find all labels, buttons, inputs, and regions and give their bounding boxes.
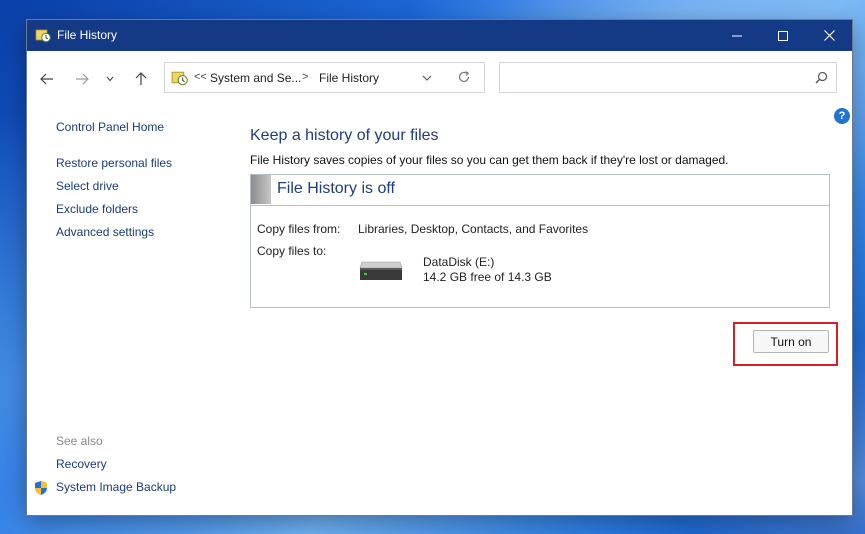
sidebar-link-exclude-folders[interactable]: Exclude folders: [56, 202, 138, 216]
sidebar-link-recovery[interactable]: Recovery: [56, 457, 107, 471]
breadcrumb-separator[interactable]: >: [302, 71, 308, 83]
copy-from-label: Copy files from:: [257, 222, 341, 236]
chevron-down-icon[interactable]: [422, 71, 432, 85]
drive-free-space: 14.2 GB free of 14.3 GB: [423, 270, 552, 284]
arrow-left-icon: [40, 73, 53, 85]
status-accent-bar: [251, 175, 271, 204]
recent-locations-button[interactable]: [103, 69, 117, 89]
maximize-icon: [778, 30, 788, 41]
hard-drive-icon: [359, 261, 403, 280]
status-panel: File History is off Copy files from: Lib…: [250, 174, 830, 308]
title-bar: File History: [27, 20, 852, 51]
breadcrumb-overflow[interactable]: <<: [194, 71, 207, 83]
close-icon: [823, 30, 835, 41]
forward-button[interactable]: [72, 69, 92, 89]
window-title: File History: [57, 28, 118, 42]
breadcrumb-system-and-security[interactable]: System and Se...: [210, 71, 301, 85]
copy-from-value: Libraries, Desktop, Contacts, and Favori…: [358, 222, 589, 236]
navigation-bar: << System and Se... > File History: [27, 51, 852, 106]
minimize-icon: [732, 35, 742, 36]
sidebar-link-advanced-settings[interactable]: Advanced settings: [56, 225, 154, 239]
sidebar-link-select-drive[interactable]: Select drive: [56, 179, 119, 193]
page-heading: Keep a history of your files: [250, 127, 439, 144]
turn-on-button[interactable]: Turn on: [753, 330, 829, 353]
arrow-up-icon: [135, 72, 147, 85]
main-content: Keep a history of your files File Histor…: [250, 106, 852, 515]
address-bar[interactable]: << System and Se... > File History: [164, 62, 485, 93]
sidebar-link-system-image-backup[interactable]: System Image Backup: [56, 480, 176, 494]
file-history-location-icon: [171, 71, 188, 86]
search-icon[interactable]: [815, 71, 828, 84]
sidebar-link-control-panel-home[interactable]: Control Panel Home: [56, 120, 164, 134]
back-button[interactable]: [37, 69, 57, 89]
up-button[interactable]: [131, 69, 151, 89]
sidebar-link-restore-personal-files[interactable]: Restore personal files: [56, 156, 172, 170]
minimize-button[interactable]: [714, 20, 760, 51]
file-history-window: File History << System and Se... > File …: [26, 19, 853, 516]
page-description: File History saves copies of your files …: [250, 153, 729, 167]
refresh-icon[interactable]: [457, 70, 471, 84]
copy-to-label: Copy files to:: [257, 244, 327, 258]
breadcrumb-file-history[interactable]: File History: [319, 71, 379, 85]
close-button[interactable]: [806, 20, 852, 51]
arrow-right-icon: [76, 73, 89, 85]
status-header: File History is off: [251, 175, 829, 206]
status-title: File History is off: [277, 180, 395, 197]
maximize-button[interactable]: [760, 20, 806, 51]
shield-icon: [35, 481, 47, 495]
search-box[interactable]: [499, 62, 837, 93]
search-input[interactable]: [506, 67, 800, 90]
see-also-label: See also: [56, 434, 103, 448]
drive-name: DataDisk (E:): [423, 255, 495, 269]
file-history-icon: [35, 29, 51, 43]
chevron-down-icon: [106, 76, 114, 82]
sidebar: Control Panel Home Restore personal file…: [27, 106, 237, 515]
